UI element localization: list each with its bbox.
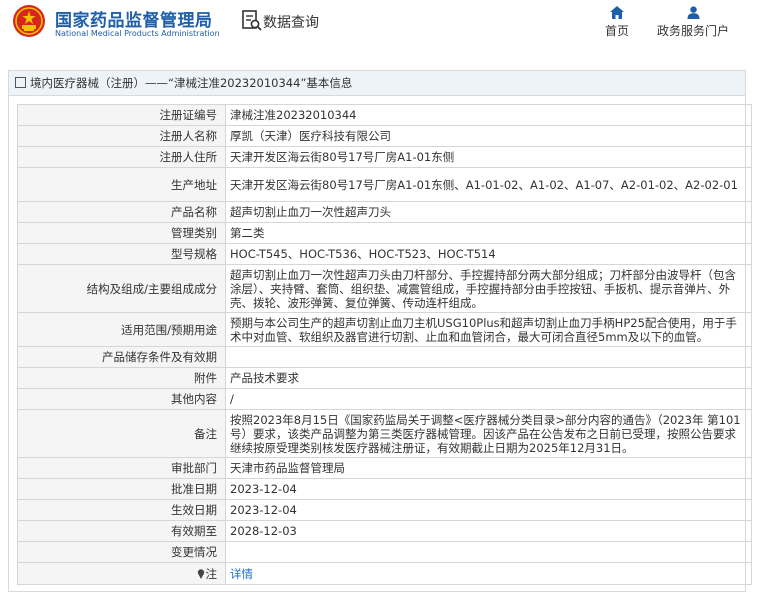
row-value: 天津市药品监督管理局 [225, 457, 752, 479]
table-row: 附件 产品技术要求 [17, 367, 752, 389]
row-value: 天津开发区海云街80号17号厂房A1-01东侧 [225, 146, 752, 168]
row-label: 变更情况 [17, 541, 226, 563]
row-value: HOC-T545、HOC-T536、HOC-T523、HOC-T514 [225, 243, 752, 265]
table-row: 变更情况 [17, 541, 752, 563]
row-value: 2023-12-04 [225, 499, 752, 521]
row-value: 第二类 [225, 222, 752, 244]
row-value: 产品技术要求 [225, 367, 752, 389]
row-label: 结构及组成/主要组成成分 [17, 264, 226, 313]
row-value: 按照2023年8月15日《国家药监局关于调整<医疗器械分类目录>部分内容的通告》… [225, 409, 752, 458]
user-icon [687, 6, 699, 19]
site-title-en[interactable]: National Medical Products Administration [55, 29, 220, 38]
row-label: 产品储存条件及有效期 [17, 346, 226, 368]
pin-icon [197, 568, 204, 579]
table-row: 有效期至 2028-12-03 [17, 520, 752, 542]
row-label: 适用范围/预期用途 [17, 312, 226, 347]
registration-info-table: 注册证编号 津械注准20232010344 注册人名称 厚凯（天津）医疗科技有限公司… [17, 104, 752, 585]
row-label: 注册人名称 [17, 125, 226, 147]
table-row: 审批部门 天津市药品监督管理局 [17, 457, 752, 479]
row-label: 注册证编号 [17, 104, 226, 126]
table-row: 注 详情 [17, 562, 752, 585]
table-row: 生效日期 2023-12-04 [17, 499, 752, 521]
row-value: 2028-12-03 [225, 520, 752, 542]
detail-panel: 境内医疗器械（注册）——“津械注准20232010344”基本信息 注册证编号津… [8, 70, 752, 592]
row-label: 审批部门 [17, 457, 226, 479]
breadcrumb: 境内医疗器械（注册）——“津械注准20232010344”基本信息 [9, 71, 745, 96]
row-label: 有效期至 [17, 520, 226, 542]
table-row: 注册证编号 津械注准20232010344 [17, 104, 752, 126]
national-emblem-icon [13, 5, 45, 37]
table-row: 适用范围/预期用途 预期与本公司生产的超声切割止血刀主机USG10Plus和超声切… [17, 312, 752, 347]
row-value: 预期与本公司生产的超声切割止血刀主机USG10Plus和超声切割止血刀手柄HP2… [225, 312, 752, 347]
row-label: 生产地址 [17, 167, 226, 202]
table-row: 注册人住所 天津开发区海云街80号17号厂房A1-01东侧 [17, 146, 752, 168]
table-row: 型号规格 HOC-T545、HOC-T536、HOC-T523、HOC-T514 [17, 243, 752, 265]
row-label: 生效日期 [17, 499, 226, 521]
row-value: / [225, 388, 752, 410]
site-title[interactable]: 国家药品监督管理局 [55, 6, 213, 31]
nav-home-label: 首页 [604, 24, 629, 38]
site-header: 国家药品监督管理局 National Medical Products Admi… [0, 0, 766, 58]
nav-home[interactable]: 首页 [600, 6, 634, 39]
table-row: 注册人名称 厚凯（天津）医疗科技有限公司 [17, 125, 752, 147]
table-row: 批准日期 2023-12-04 [17, 478, 752, 500]
row-value [225, 346, 752, 368]
table-row: 生产地址 天津开发区海云街80号17号厂房A1-01东侧、A1-01-02、A1-… [17, 167, 752, 202]
row-label: 管理类别 [17, 222, 226, 244]
row-label: 附件 [17, 367, 226, 389]
row-value: 厚凯（天津）医疗科技有限公司 [225, 125, 752, 147]
row-label: 产品名称 [17, 201, 226, 223]
row-value: 天津开发区海云街80号17号厂房A1-01东侧、A1-01-02、A1-02、A… [225, 167, 752, 202]
nav-gov-service[interactable]: 政务服务门户 [652, 6, 734, 39]
note-label-cell: 注 [17, 562, 226, 585]
square-icon [15, 77, 26, 88]
note-value-cell: 详情 [225, 562, 752, 585]
row-label: 备注 [17, 409, 226, 458]
table-row: 其他内容 / [17, 388, 752, 410]
table-row: 管理类别 第二类 [17, 222, 752, 244]
table-row: 产品储存条件及有效期 [17, 346, 752, 368]
breadcrumb-category-link[interactable]: 境内医疗器械（注册） [30, 76, 145, 90]
data-query-icon [242, 10, 262, 31]
nav-gov-service-label: 政务服务门户 [656, 24, 729, 38]
table-row: 结构及组成/主要组成成分 超声切割止血刀一次性超声刀头由刀杆部分、手控握持部分两大… [17, 264, 752, 313]
table-row: 产品名称 超声切割止血刀一次性超声刀头 [17, 201, 752, 223]
row-value: 超声切割止血刀一次性超声刀头由刀杆部分、手控握持部分两大部分组成；刀杆部分由波导… [225, 264, 752, 313]
table-row: 备注 按照2023年8月15日《国家药监局关于调整<医疗器械分类目录>部分内容的通… [17, 409, 752, 458]
data-query-label[interactable]: 数据查询 [263, 12, 319, 32]
home-icon [610, 6, 624, 19]
row-value [225, 541, 752, 563]
detail-link[interactable]: 详情 [230, 567, 253, 581]
row-label: 批准日期 [17, 478, 226, 500]
breadcrumb-current: ——“津械注准20232010344”基本信息 [145, 76, 353, 90]
row-value: 津械注准20232010344 [225, 104, 752, 126]
note-label: 注 [205, 566, 218, 581]
row-value: 2023-12-04 [225, 478, 752, 500]
row-label: 注册人住所 [17, 146, 226, 168]
row-label: 型号规格 [17, 243, 226, 265]
row-label: 其他内容 [17, 388, 226, 410]
row-value: 超声切割止血刀一次性超声刀头 [225, 201, 752, 223]
